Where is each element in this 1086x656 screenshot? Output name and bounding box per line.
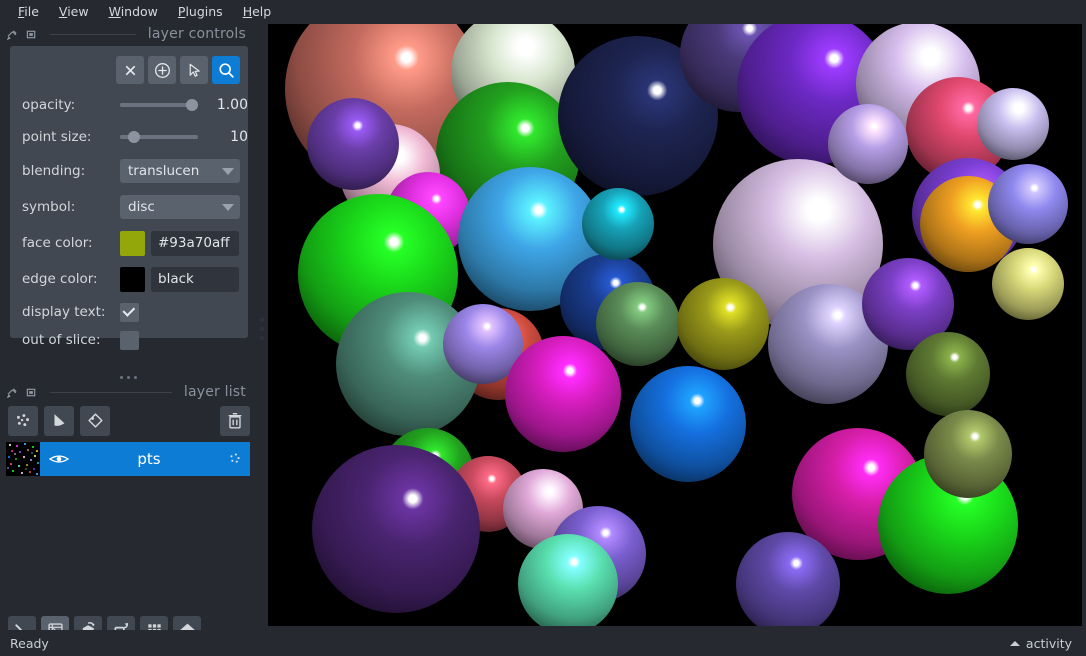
menu-item-view[interactable]: View: [49, 2, 99, 22]
symbol-row: symbol: disc: [10, 194, 248, 220]
layer-list-title-label: layer list: [183, 384, 246, 400]
layer-type-points-icon: [220, 451, 250, 467]
select-points-button[interactable]: [180, 56, 208, 84]
napari-main-window: File View Window Plugins Help layer controls: [0, 0, 1086, 656]
edge-color-row: edge color: black: [10, 266, 248, 292]
edge-color-input[interactable]: black: [151, 266, 239, 292]
out-of-slice-label: out of slice:: [22, 332, 101, 348]
blending-value: translucen: [128, 163, 200, 179]
point-sphere: [736, 532, 840, 626]
point-sphere: [906, 332, 990, 416]
point-size-slider[interactable]: [120, 127, 198, 147]
blending-label: blending:: [22, 163, 86, 179]
opacity-label: opacity:: [22, 97, 76, 113]
point-sphere: [988, 164, 1068, 244]
pan-zoom-button[interactable]: [212, 56, 240, 84]
layer-list-dock-title: layer list: [0, 382, 256, 402]
dock-title-rule: [50, 391, 172, 393]
viewer-canvas[interactable]: [268, 24, 1082, 626]
status-message: Ready: [10, 635, 49, 651]
face-color-label: face color:: [22, 235, 93, 251]
out-of-slice-row: out of slice:: [10, 330, 248, 350]
new-points-layer-button[interactable]: [8, 406, 38, 436]
opacity-slider[interactable]: [120, 95, 198, 115]
display-text-row: display text:: [10, 302, 248, 322]
layer-controls-dock-title: layer controls: [0, 24, 256, 44]
layer-controls-title-label: layer controls: [147, 26, 246, 42]
point-sphere: [992, 248, 1064, 320]
layer-list: pts: [6, 442, 250, 476]
opacity-slider-fill: [120, 103, 192, 107]
menu-item-file[interactable]: File: [8, 2, 49, 22]
point-sphere: [505, 336, 621, 452]
point-sphere: [312, 445, 480, 613]
points-tool-buttons: [10, 46, 248, 84]
delete-layer-button[interactable]: [220, 406, 250, 436]
float-dock-icon[interactable]: [6, 386, 19, 399]
point-size-slider-handle[interactable]: [128, 131, 140, 143]
activity-button[interactable]: activity: [1009, 635, 1072, 651]
edge-color-label: edge color:: [22, 271, 98, 287]
close-dock-icon[interactable]: [25, 28, 38, 41]
opacity-slider-handle[interactable]: [186, 99, 198, 111]
delete-selected-points-button[interactable]: [116, 56, 144, 84]
blending-select[interactable]: translucen: [120, 159, 240, 183]
out-of-slice-checkbox[interactable]: [120, 330, 139, 350]
point-sphere: [596, 282, 680, 366]
chevron-up-icon: [1009, 640, 1020, 646]
menu-item-help[interactable]: Help: [233, 2, 282, 22]
close-dock-icon[interactable]: [25, 386, 38, 399]
edge-color-swatch[interactable]: [120, 266, 145, 292]
point-size-value: 10: [230, 129, 248, 145]
point-sphere: [677, 278, 769, 370]
chevron-down-icon: [222, 203, 234, 211]
symbol-label: symbol:: [22, 199, 76, 215]
menu-item-window[interactable]: Window: [99, 2, 168, 22]
layer-row-pts[interactable]: pts: [6, 442, 250, 476]
layer-visibility-eye-icon[interactable]: [40, 452, 78, 466]
float-dock-icon[interactable]: [6, 28, 19, 41]
face-color-input[interactable]: #93a70aff: [151, 230, 239, 256]
add-points-button[interactable]: [148, 56, 176, 84]
symbol-select[interactable]: disc: [120, 195, 240, 219]
chevron-down-icon: [222, 167, 234, 175]
layer-controls-panel: opacity: 1.00 point size: 10 blending: t…: [10, 46, 248, 350]
left-dock-area: layer controls opacity: 1.00 point size:…: [0, 24, 256, 644]
display-text-label: display text:: [22, 304, 106, 320]
dock-canvas-splitter[interactable]: [256, 24, 268, 634]
point-size-label: point size:: [22, 129, 92, 145]
menu-item-plugins[interactable]: Plugins: [168, 2, 233, 22]
point-sphere: [828, 104, 908, 184]
face-color-row: face color: #93a70aff: [10, 230, 248, 256]
symbol-value: disc: [128, 199, 155, 215]
opacity-row: opacity: 1.00: [10, 94, 248, 116]
point-sphere: [630, 366, 746, 482]
opacity-value: 1.00: [216, 97, 248, 113]
status-bar: Ready activity: [0, 630, 1086, 656]
point-size-row: point size: 10: [10, 126, 248, 148]
layer-name-label: pts: [137, 450, 161, 468]
new-labels-layer-button[interactable]: [80, 406, 110, 436]
point-sphere: [924, 410, 1012, 498]
new-shapes-layer-button[interactable]: [44, 406, 74, 436]
face-color-swatch[interactable]: [120, 230, 145, 256]
point-sphere: [582, 188, 654, 260]
point-sphere: [977, 88, 1049, 160]
point-sphere: [307, 98, 399, 190]
blending-row: blending: translucen: [10, 158, 248, 184]
display-text-checkbox[interactable]: [120, 302, 139, 322]
point-sphere: [518, 534, 618, 626]
dock-title-rule: [50, 33, 136, 35]
activity-label: activity: [1025, 635, 1072, 651]
layer-thumbnail: [6, 442, 40, 476]
layer-list-buttons: [8, 405, 250, 437]
menu-bar: File View Window Plugins Help: [0, 0, 1086, 24]
